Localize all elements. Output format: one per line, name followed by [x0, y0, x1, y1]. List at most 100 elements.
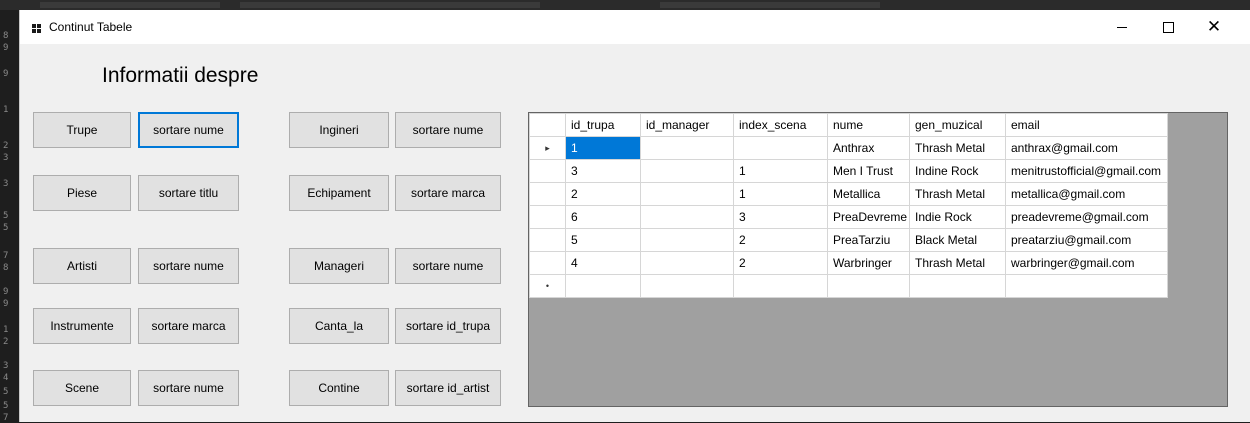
row-header[interactable] [529, 205, 566, 229]
new-row-indicator-icon[interactable]: • [529, 274, 566, 298]
grid-cell[interactable] [733, 136, 828, 160]
canta-la-button[interactable]: Canta_la [289, 308, 389, 344]
row-header[interactable] [529, 251, 566, 275]
grid-cell[interactable]: metallica@gmail.com [1005, 182, 1168, 206]
line-number: 1 [3, 105, 9, 115]
instrumente-button[interactable]: Instrumente [33, 308, 131, 344]
column-header-email[interactable]: email [1005, 113, 1168, 137]
sort-manageri-nume-button[interactable]: sortare nume [395, 248, 501, 284]
grid-cell[interactable]: Indie Rock [909, 205, 1006, 229]
grid-cell[interactable]: 1 [733, 182, 828, 206]
table-row[interactable]: 6 3 PreaDevreme Indie Rock preadevreme@g… [529, 205, 1168, 229]
window-title: Continut Tabele [49, 20, 133, 34]
data-grid[interactable]: id_trupa id_manager index_scena nume gen… [528, 112, 1228, 407]
sort-piese-titlu-button[interactable]: sortare titlu [138, 175, 239, 211]
grid-cell[interactable] [640, 251, 734, 275]
grid-cell[interactable]: 5 [565, 228, 641, 252]
grid-cell[interactable]: PreaTarziu [827, 228, 910, 252]
grid-cell-selected[interactable]: 1 [565, 136, 641, 160]
line-number: 7 [3, 251, 9, 261]
manageri-button[interactable]: Manageri [289, 248, 389, 284]
grid-cell[interactable]: Black Metal [909, 228, 1006, 252]
grid-cell[interactable]: 3 [565, 159, 641, 183]
grid-cell[interactable]: 2 [565, 182, 641, 206]
sort-ingineri-nume-button[interactable]: sortare nume [395, 112, 501, 148]
grid-cell[interactable]: 2 [733, 251, 828, 275]
grid-cell[interactable] [733, 274, 828, 298]
grid-cell[interactable]: 3 [733, 205, 828, 229]
contine-button[interactable]: Contine [289, 370, 389, 406]
close-icon: ✕ [1206, 17, 1222, 36]
grid-cell[interactable] [1005, 274, 1168, 298]
maximize-button[interactable] [1145, 10, 1191, 44]
maximize-icon [1162, 21, 1174, 33]
grid-cell[interactable] [909, 274, 1006, 298]
grid-cell[interactable]: 2 [733, 228, 828, 252]
column-header-nume[interactable]: nume [827, 113, 910, 137]
sort-echipament-marca-button[interactable]: sortare marca [395, 175, 501, 211]
grid-cell[interactable]: 4 [565, 251, 641, 275]
echipament-button[interactable]: Echipament [289, 175, 389, 211]
sort-trupe-nume-button[interactable]: sortare nume [138, 112, 239, 148]
data-grid-table: id_trupa id_manager index_scena nume gen… [529, 113, 1168, 298]
row-header[interactable] [529, 228, 566, 252]
table-row[interactable]: 4 2 Warbringer Thrash Metal warbringer@g… [529, 251, 1168, 275]
line-number: 5 [3, 401, 9, 411]
grid-corner-header[interactable] [529, 113, 566, 137]
grid-cell[interactable] [565, 274, 641, 298]
column-header-id-trupa[interactable]: id_trupa [565, 113, 641, 137]
grid-cell[interactable] [827, 274, 910, 298]
title-bar[interactable]: Continut Tabele ✕ [20, 10, 1250, 44]
grid-cell[interactable]: Thrash Metal [909, 136, 1006, 160]
grid-cell[interactable]: menitrustofficial@gmail.com [1005, 159, 1168, 183]
sort-scene-nume-button[interactable]: sortare nume [138, 370, 239, 406]
table-row[interactable]: ▸ 1 Anthrax Thrash Metal anthrax@gmail.c… [529, 136, 1168, 160]
grid-cell[interactable] [640, 182, 734, 206]
grid-cell[interactable]: Thrash Metal [909, 251, 1006, 275]
sort-canta-la-id-trupa-button[interactable]: sortare id_trupa [395, 308, 501, 344]
grid-cell[interactable]: Metallica [827, 182, 910, 206]
grid-header-row: id_trupa id_manager index_scena nume gen… [529, 113, 1168, 137]
page-title: Informatii despre [102, 64, 259, 87]
grid-cell[interactable]: Thrash Metal [909, 182, 1006, 206]
trupe-button[interactable]: Trupe [33, 112, 131, 148]
sort-contine-id-artist-button[interactable]: sortare id_artist [395, 370, 501, 406]
table-row[interactable]: 5 2 PreaTarziu Black Metal preatarziu@gm… [529, 228, 1168, 252]
line-number: 2 [3, 337, 9, 347]
artisti-button[interactable]: Artisti [33, 248, 131, 284]
grid-cell[interactable] [640, 205, 734, 229]
column-header-index-scena[interactable]: index_scena [733, 113, 828, 137]
ingineri-button[interactable]: Ingineri [289, 112, 389, 148]
table-row[interactable]: 3 1 Men I Trust Indine Rock menitrustoff… [529, 159, 1168, 183]
row-header[interactable] [529, 182, 566, 206]
table-row[interactable]: 2 1 Metallica Thrash Metal metallica@gma… [529, 182, 1168, 206]
grid-cell[interactable]: anthrax@gmail.com [1005, 136, 1168, 160]
column-header-gen-muzical[interactable]: gen_muzical [909, 113, 1006, 137]
minimize-icon [1117, 26, 1127, 28]
piese-button[interactable]: Piese [33, 175, 131, 211]
current-row-indicator-icon[interactable]: ▸ [529, 136, 566, 160]
close-button[interactable]: ✕ [1191, 10, 1237, 44]
row-header[interactable] [529, 159, 566, 183]
grid-cell[interactable] [640, 159, 734, 183]
grid-cell[interactable]: Indine Rock [909, 159, 1006, 183]
grid-cell[interactable]: Warbringer [827, 251, 910, 275]
grid-cell[interactable] [640, 274, 734, 298]
minimize-button[interactable] [1099, 10, 1145, 44]
new-row[interactable]: • [529, 274, 1168, 298]
grid-cell[interactable] [640, 136, 734, 160]
grid-cell[interactable]: 1 [733, 159, 828, 183]
line-number: 9 [3, 69, 9, 79]
grid-cell[interactable]: warbringer@gmail.com [1005, 251, 1168, 275]
grid-cell[interactable]: Men I Trust [827, 159, 910, 183]
column-header-id-manager[interactable]: id_manager [640, 113, 734, 137]
grid-cell[interactable]: 6 [565, 205, 641, 229]
grid-cell[interactable]: preadevreme@gmail.com [1005, 205, 1168, 229]
grid-cell[interactable]: preatarziu@gmail.com [1005, 228, 1168, 252]
grid-cell[interactable]: PreaDevreme [827, 205, 910, 229]
scene-button[interactable]: Scene [33, 370, 131, 406]
sort-artisti-nume-button[interactable]: sortare nume [138, 248, 239, 284]
sort-instrumente-marca-button[interactable]: sortare marca [138, 308, 239, 344]
grid-cell[interactable]: Anthrax [827, 136, 910, 160]
grid-cell[interactable] [640, 228, 734, 252]
